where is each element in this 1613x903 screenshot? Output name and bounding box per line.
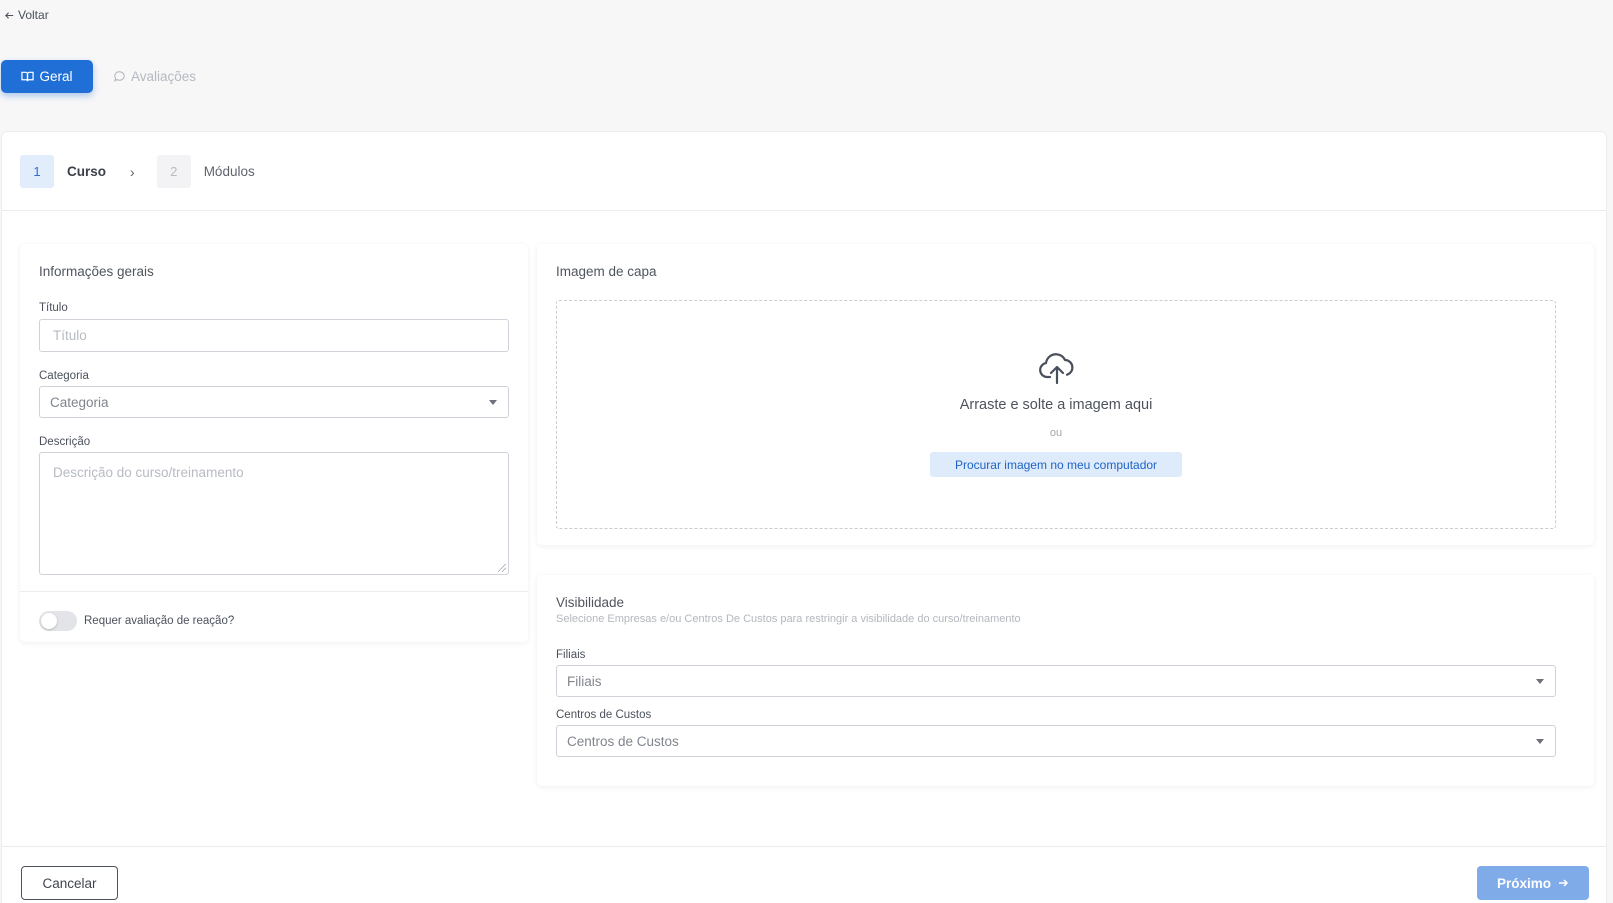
titulo-label: Título	[39, 302, 68, 314]
footer-divider	[2, 846, 1606, 847]
visibility-subtitle: Selecione Empresas e/ou Centros De Custo…	[556, 613, 1021, 625]
toggle-row: Requer avaliação de reação?	[39, 611, 234, 631]
titulo-input[interactable]: Título	[39, 319, 509, 352]
step-1-number[interactable]: 1	[20, 155, 54, 188]
chevron-down-icon	[1536, 679, 1544, 684]
descricao-placeholder: Descrição do curso/treinamento	[53, 465, 244, 480]
tab-bar: Geral Avaliações	[1, 60, 196, 93]
categoria-select[interactable]: Categoria	[39, 386, 509, 418]
categoria-label: Categoria	[39, 370, 89, 382]
cancel-button[interactable]: Cancelar	[21, 866, 118, 900]
back-link-label: Voltar	[18, 8, 49, 22]
browse-image-button[interactable]: Procurar imagem no meu computador	[930, 452, 1182, 477]
toggle-label: Requer avaliação de reação?	[84, 615, 235, 627]
drop-text: Arraste e solte a imagem aqui	[959, 397, 1153, 413]
tab-geral-label: Geral	[39, 69, 73, 84]
next-button[interactable]: Próximo	[1477, 866, 1589, 900]
arrow-left-icon	[5, 11, 14, 19]
descricao-label: Descrição	[39, 436, 91, 448]
visibility-title: Visibilidade	[556, 595, 625, 610]
reaction-evaluation-toggle[interactable]	[39, 611, 77, 631]
general-info-title: Informações gerais	[39, 264, 154, 279]
centros-select-value: Centros de Custos	[567, 733, 679, 749]
filiais-label: Filiais	[556, 649, 586, 661]
drop-or-text: ou	[1049, 427, 1063, 439]
cloud-upload-icon	[1039, 353, 1074, 385]
main-card: 1 Curso › 2 Módulos Informações gerais T…	[1, 131, 1607, 903]
card-divider	[20, 591, 528, 592]
filiais-select[interactable]: Filiais	[556, 665, 1556, 697]
descricao-textarea[interactable]: Descrição do curso/treinamento	[39, 452, 509, 575]
step-2-label[interactable]: Módulos	[204, 164, 255, 179]
cover-image-card: Imagem de capa Arraste e solte a imagem …	[537, 244, 1594, 545]
divider	[2, 210, 1606, 211]
cover-image-title: Imagem de capa	[556, 264, 657, 279]
tab-geral[interactable]: Geral	[1, 60, 93, 93]
chevron-right-icon: ›	[130, 163, 135, 180]
image-dropzone[interactable]: Arraste e solte a imagem aqui ou Procura…	[556, 300, 1556, 529]
step-1-label[interactable]: Curso	[67, 164, 106, 179]
centros-label: Centros de Custos	[556, 709, 652, 721]
chevron-down-icon	[489, 400, 497, 405]
chevron-down-icon	[1536, 739, 1544, 744]
back-link[interactable]: Voltar	[4, 8, 49, 22]
centros-select[interactable]: Centros de Custos	[556, 725, 1556, 757]
tab-avaliacoes[interactable]: Avaliações	[113, 69, 196, 84]
general-info-card: Informações gerais Título Título Categor…	[20, 244, 528, 642]
filiais-select-value: Filiais	[567, 673, 602, 689]
chat-bubble-icon	[113, 71, 125, 82]
next-button-label: Próximo	[1496, 875, 1551, 891]
step-2-number[interactable]: 2	[156, 155, 191, 188]
stepper: 1 Curso › 2 Módulos	[20, 155, 255, 188]
tab-avaliacoes-label: Avaliações	[131, 69, 197, 84]
toggle-knob	[41, 613, 57, 629]
arrow-right-icon	[1559, 879, 1569, 887]
visibility-card: Visibilidade Selecione Empresas e/ou Cen…	[537, 575, 1594, 786]
categoria-select-value: Categoria	[50, 394, 109, 410]
book-open-icon	[21, 71, 35, 82]
resize-handle-icon[interactable]	[498, 564, 506, 572]
